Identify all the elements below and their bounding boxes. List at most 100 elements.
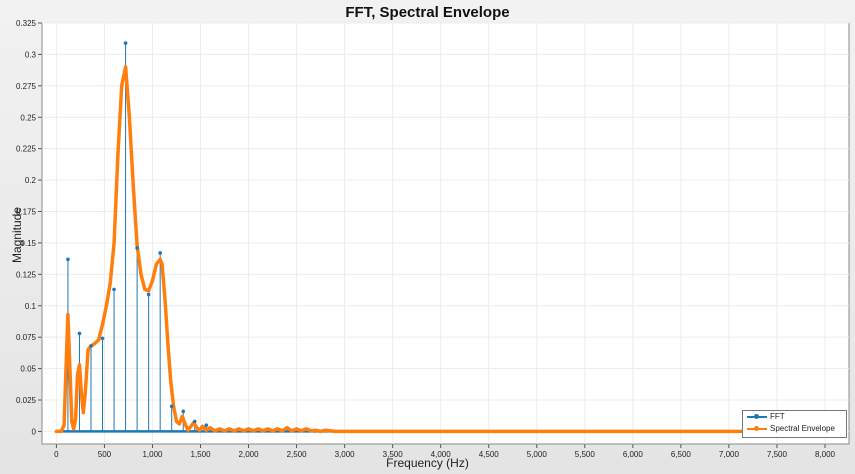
y-tick-label: 0.325: [16, 19, 37, 28]
spectral-envelope-point: [97, 338, 101, 342]
legend-item-fft[interactable]: FFT: [743, 411, 846, 423]
spectral-envelope-point: [158, 257, 162, 261]
y-tick-label: 0.1: [25, 302, 37, 311]
spectral-envelope-point: [74, 417, 78, 421]
x-tick-label: 3,000: [335, 450, 356, 459]
spectral-envelope-point: [54, 429, 59, 434]
spectral-envelope-point: [280, 429, 284, 433]
spectral-envelope-point: [163, 297, 167, 302]
spectral-envelope-point: [294, 427, 299, 431]
x-tick-label: 2,000: [239, 450, 260, 459]
spectral-envelope-point: [275, 427, 279, 431]
fft-point: [158, 251, 162, 255]
legend-marker-envelope: [754, 426, 759, 431]
spectral-envelope-point: [70, 419, 74, 423]
spectral-envelope-point: [208, 426, 212, 430]
y-tick-label: 0.125: [16, 270, 37, 279]
spectral-envelope-point: [112, 241, 116, 245]
spectral-envelope-point: [59, 429, 63, 434]
legend[interactable]: FFT Spectral Envelope: [742, 410, 847, 438]
x-tick-label: 1,500: [191, 450, 212, 459]
spectral-envelope-point: [174, 419, 179, 423]
x-tick-label: 4,000: [431, 450, 452, 459]
spectral-envelope-point: [218, 427, 222, 431]
y-tick-label: 0.275: [16, 82, 37, 91]
spectral-envelope-point: [177, 422, 181, 426]
spectral-envelope-point: [631, 429, 635, 434]
y-tick-label: 0.2: [25, 176, 37, 185]
y-tick-label: 0.05: [20, 365, 36, 374]
fft-point: [66, 257, 70, 262]
y-tick-label: 0.075: [16, 333, 37, 342]
spectral-envelope-point: [232, 429, 236, 433]
x-tick-label: 7,500: [767, 450, 788, 459]
spectral-envelope-point: [204, 428, 208, 432]
spectral-envelope-point: [86, 348, 90, 352]
y-tick-label: 0.025: [16, 396, 37, 405]
spectral-envelope-point: [535, 429, 539, 434]
plot-area[interactable]: 0 0.025 0.05 0.075 0.1 0.125 0.15 0.175 0.2 0.225…: [0, 0, 855, 474]
y-tick-label: 0.175: [16, 208, 37, 217]
spectral-envelope-point: [127, 115, 132, 119]
spectral-envelope-point: [79, 392, 83, 396]
spectral-envelope-point: [131, 184, 135, 188]
spectral-envelope-point: [319, 429, 323, 434]
fft-point: [112, 287, 116, 292]
fft-point: [89, 344, 93, 348]
x-tick-label: 0: [54, 450, 59, 459]
spectral-envelope-point: [62, 423, 66, 427]
fft-point: [146, 292, 151, 297]
spectral-envelope-point: [139, 272, 143, 276]
spectral-envelope-point: [343, 429, 347, 434]
fft-point: [135, 246, 139, 250]
y-tick-label: 0: [32, 427, 37, 436]
spectral-envelope-point: [270, 429, 275, 433]
spectral-envelope-point: [123, 65, 128, 69]
spectral-envelope-point: [314, 428, 318, 432]
x-tick-label: 5,000: [527, 450, 548, 459]
spectral-envelope-point: [266, 427, 270, 431]
spectral-envelope-point: [64, 366, 68, 371]
spectral-envelope-point: [227, 427, 231, 431]
x-tick-label: 1,000: [142, 450, 163, 459]
spectral-envelope-point: [333, 429, 337, 434]
x-tick-label: 2,500: [287, 450, 308, 459]
spectral-envelope-point: [299, 429, 303, 433]
spectral-envelope-point: [166, 341, 170, 346]
spectral-envelope-point: [189, 424, 193, 429]
x-tick-label: 8,000: [815, 450, 836, 459]
spectral-envelope-point: [251, 429, 255, 433]
spectral-envelope-point: [147, 289, 151, 293]
spectral-envelope-point: [195, 426, 199, 430]
spectral-envelope-point: [304, 427, 308, 431]
fft-point: [123, 41, 128, 45]
spectral-envelope-point: [120, 84, 124, 88]
spectral-envelope-point: [439, 429, 443, 434]
spectral-envelope-point: [116, 153, 120, 157]
spectral-envelope-point: [290, 429, 294, 433]
legend-item-spectral-envelope[interactable]: Spectral Envelope: [743, 423, 846, 435]
x-tick-label: 6,500: [671, 450, 692, 459]
x-tick-label: 500: [98, 450, 112, 459]
spectral-envelope-point: [256, 427, 260, 431]
legend-marker-fft: [754, 414, 759, 419]
spectral-envelope-point: [180, 414, 184, 418]
spectral-envelope-point: [75, 373, 80, 377]
spectral-envelope-point: [154, 262, 158, 266]
spectral-envelope-point: [197, 428, 202, 432]
fft-point: [100, 336, 105, 341]
fft-point: [77, 331, 82, 336]
spectral-envelope-point: [143, 287, 147, 292]
spectral-envelope-point: [104, 304, 108, 308]
spectral-envelope-point: [100, 323, 105, 327]
spectral-envelope-point: [68, 366, 72, 371]
y-tick-label: 0.225: [16, 145, 37, 154]
x-tick-label: 5,500: [575, 450, 596, 459]
chart-frame: FFT, Spectral Envelope Magnitude Frequen…: [0, 0, 855, 474]
x-tick-label: 6,000: [623, 450, 644, 459]
spectral-envelope-point: [108, 281, 112, 285]
spectral-envelope-point: [323, 428, 328, 432]
spectral-envelope-point: [261, 429, 265, 433]
spectral-envelope-point: [237, 427, 241, 431]
x-tick-label: 7,000: [719, 450, 740, 459]
